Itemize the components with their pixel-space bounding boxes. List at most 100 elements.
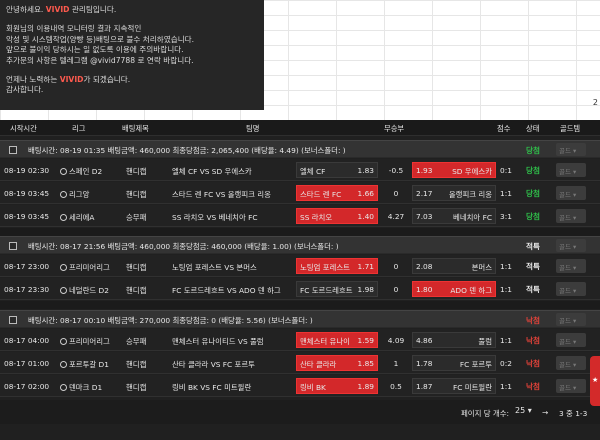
table-row: 08-19 03:45 리그앙 핸디캡 스타드 렌 FC VS 올랭피크 리옹 스타드 … xyxy=(0,182,600,204)
home-pick-cell: 산타 클라라 1.85 xyxy=(296,355,378,371)
header-draw: 무승부 xyxy=(384,124,405,133)
row-match: 링비 BK VS FC 미트윌란 xyxy=(172,383,252,392)
gold-dropdown[interactable]: 골드 ▾ xyxy=(556,239,586,252)
table-row: 08-17 23:30 네덜란드 D2 핸디캡 FC 도르드레흐트 VS ADO 덴 … xyxy=(0,278,600,300)
page-counter: 3 중 1-3 xyxy=(559,409,588,418)
gold-dropdown[interactable]: 골드 ▾ xyxy=(556,163,586,177)
row-draw-value: 0 xyxy=(393,285,399,294)
row-status: 낙첨 xyxy=(526,359,540,368)
table-row: 08-17 01:00 포르투갈 D1 핸디캡 산타 클라라 VS FC 포르투 산타 … xyxy=(0,352,600,374)
row-draw-value: 0 xyxy=(393,189,399,198)
row-draw-value: 4.27 xyxy=(387,212,405,221)
gold-dropdown[interactable]: 골드 ▾ xyxy=(556,259,586,273)
row-bet-type: 핸디캡 xyxy=(126,360,147,369)
notice-line: 언제나 노력하는 VIVID가 되겠습니다. xyxy=(6,75,131,85)
group-checkbox[interactable] xyxy=(9,242,17,250)
group-info: 배팅시간: 08-17 21:56 배팅금액: 460,000 최종당첨금: 4… xyxy=(28,242,339,251)
away-pick-cell: 2.08 본머스 xyxy=(412,258,496,274)
row-bet-type: 핸디캡 xyxy=(126,383,147,392)
row-score: 3:1 xyxy=(500,212,512,221)
row-time: 08-17 01:00 xyxy=(4,359,50,368)
row-league: 덴마크 D1 xyxy=(60,382,102,393)
home-pick-cell: 노팅엄 포레스트 1.71 xyxy=(296,258,378,274)
header-status: 상태 xyxy=(526,124,540,133)
table-row: 08-17 02:00 덴마크 D1 핸디캡 링비 BK VS FC 미트윌란 링비 B… xyxy=(0,375,600,397)
row-league: 스페인 D2 xyxy=(60,166,102,177)
row-status: 낙첨 xyxy=(526,336,540,345)
gold-dropdown[interactable]: 골드 ▾ xyxy=(556,379,586,393)
header-start-time: 시작시간 xyxy=(10,124,37,133)
globe-icon xyxy=(60,264,67,271)
bet-group-header: 배팅시간: 08-19 01:35 배팅금액: 460,000 최종당첨금: 2… xyxy=(0,140,600,158)
row-bet-type: 승무패 xyxy=(126,337,147,346)
away-pick-cell: 1.93 SD 우에스카 xyxy=(412,162,496,178)
group-status-badge: 낙첨 xyxy=(526,316,540,325)
row-league: 세리에A xyxy=(60,212,94,223)
header-gold: 골드템 xyxy=(560,124,581,133)
home-pick-cell: 맨체스터 유나이 1.59 xyxy=(296,332,378,348)
group-info: 배팅시간: 08-19 01:35 배팅금액: 460,000 최종당첨금: 2… xyxy=(28,146,346,155)
row-time: 08-17 02:00 xyxy=(4,382,50,391)
row-status: 적특 xyxy=(526,262,540,271)
group-info: 배팅시간: 08-17 00:10 배팅금액: 270,000 최종당첨금: 0… xyxy=(28,316,313,325)
row-score: 1:1 xyxy=(500,262,512,271)
row-match: SS 라치오 VS 베네치아 FC xyxy=(172,213,258,222)
notice-line: 추가문의 사항은 텔레그램 @vivid7788 로 연락 바랍니다. xyxy=(6,55,194,65)
row-time: 08-17 23:00 xyxy=(4,262,50,271)
globe-icon xyxy=(60,361,67,368)
home-pick-cell: SS 라치오 1.40 xyxy=(296,208,378,224)
row-score: 1:1 xyxy=(500,336,512,345)
notice-line: 악성 및 시스템작업(양빵 등)배팅으로 불수 처리하였습니다. xyxy=(6,34,195,44)
gold-dropdown[interactable]: 골드 ▾ xyxy=(556,333,586,347)
row-match: 산타 클라라 VS FC 포르투 xyxy=(172,360,255,369)
notice-line: 감사합니다. xyxy=(6,85,44,95)
globe-icon xyxy=(60,338,67,345)
row-match: 스타드 렌 FC VS 올랭피크 리옹 xyxy=(172,190,271,199)
away-pick-cell: 4.86 풀럼 xyxy=(412,332,496,348)
cell-value: 2 xyxy=(592,98,598,107)
row-status: 낙첨 xyxy=(526,382,540,391)
header-score: 점수 xyxy=(497,124,511,133)
page-arrow-icon[interactable]: → xyxy=(542,408,548,417)
row-status: 적특 xyxy=(526,285,540,294)
row-match: 엘체 CF VS SD 우에스카 xyxy=(172,167,252,176)
row-time: 08-19 03:45 xyxy=(4,189,50,198)
row-bet-type: 승무패 xyxy=(126,213,147,222)
gold-dropdown[interactable]: 골드 ▾ xyxy=(556,313,586,326)
group-checkbox[interactable] xyxy=(9,316,17,324)
row-league: 리그앙 xyxy=(60,189,89,200)
row-match: FC 도르드레흐트 VS ADO 덴 하그 xyxy=(172,286,281,295)
row-score: 0:2 xyxy=(500,359,512,368)
group-checkbox[interactable] xyxy=(9,146,17,154)
bet-group-header: 배팅시간: 08-17 00:10 배팅금액: 270,000 최종당첨금: 0… xyxy=(0,310,600,328)
row-time: 08-17 04:00 xyxy=(4,336,50,345)
row-draw-value: 0.5 xyxy=(390,382,402,391)
header-teams: 팀명 xyxy=(246,124,260,133)
row-draw-value: 0 xyxy=(393,262,399,271)
gold-dropdown[interactable]: 골드 ▾ xyxy=(556,186,586,200)
away-pick-cell: 1.80 ADO 덴 하그 xyxy=(412,281,496,297)
group-separator xyxy=(0,301,600,309)
row-match: 노팅엄 포레스트 VS 본머스 xyxy=(172,263,257,272)
row-time: 08-19 02:30 xyxy=(4,166,50,175)
row-status: 당첨 xyxy=(526,189,540,198)
gold-dropdown[interactable]: 골드 ▾ xyxy=(556,356,586,370)
row-bet-type: 핸디캡 xyxy=(126,167,147,176)
row-score: 0:1 xyxy=(500,166,512,175)
away-pick-cell: 7.03 베네치아 FC xyxy=(412,208,496,224)
row-draw-value: 4.09 xyxy=(387,336,405,345)
side-tab-button[interactable]: ★ xyxy=(590,356,600,406)
row-bet-type: 핸디캡 xyxy=(126,190,147,199)
gold-dropdown[interactable]: 골드 ▾ xyxy=(556,282,586,296)
gold-dropdown[interactable]: 골드 ▾ xyxy=(556,143,586,156)
gold-dropdown[interactable]: 골드 ▾ xyxy=(556,209,586,223)
page-size-select[interactable]: 25 ▾ xyxy=(515,406,532,415)
star-icon: ★ xyxy=(592,376,599,384)
home-pick-cell: FC 도르드레흐트 1.98 xyxy=(296,281,378,297)
header-league: 리그 xyxy=(72,124,86,133)
group-status-badge: 적특 xyxy=(526,242,540,251)
globe-icon xyxy=(60,191,67,198)
row-league: 프리미어리그 xyxy=(60,336,110,347)
row-score: 1:1 xyxy=(500,285,512,294)
globe-icon xyxy=(60,384,67,391)
